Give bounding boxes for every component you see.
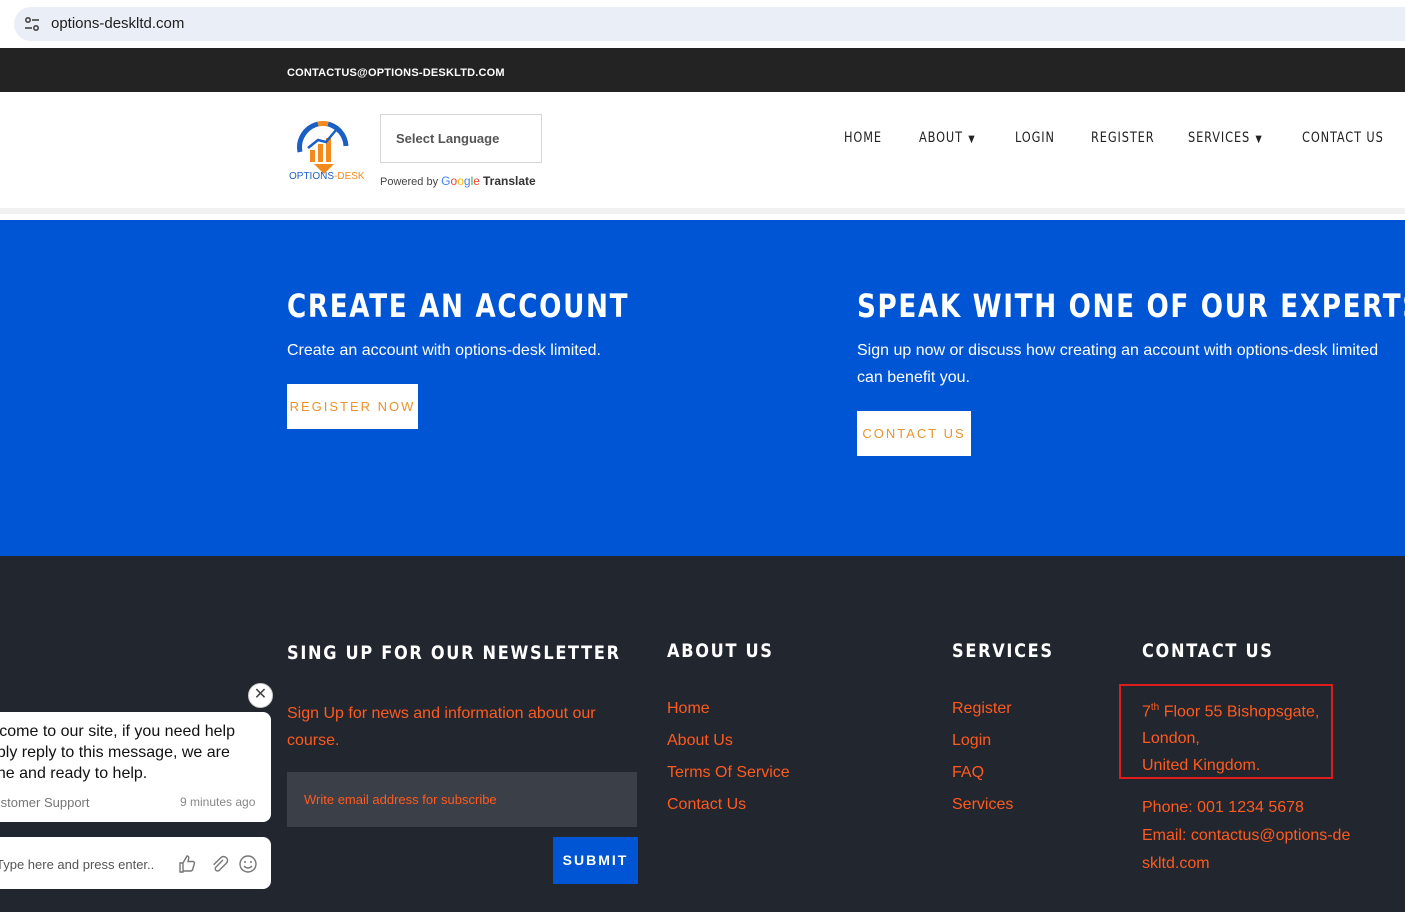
thumbs-up-icon[interactable] xyxy=(177,854,197,874)
logo-text-desk: -DESK xyxy=(334,171,365,182)
contact-email[interactable]: Email: contactus@options-deskltd.com xyxy=(1142,822,1352,878)
footer-link-contact-us[interactable]: Contact Us xyxy=(667,796,746,814)
newsletter-submit-button[interactable]: SUBMIT xyxy=(553,837,638,884)
register-now-button[interactable]: REGISTER NOW xyxy=(287,384,418,429)
address-floor-suffix: th xyxy=(1150,702,1160,713)
nav-contact-us[interactable]: CONTACT US xyxy=(1302,130,1384,146)
translate-label: Translate xyxy=(482,174,536,188)
logo-text-options: OPTIONS xyxy=(289,171,335,182)
contact-address: 7th Floor 55 Bishopsgate, London, United… xyxy=(1142,694,1319,779)
address-line1: Floor 55 Bishopsgate, xyxy=(1159,703,1320,721)
speak-experts-text-line1: Sign up now or discuss how creating an a… xyxy=(857,342,1379,359)
address-floor: 7 xyxy=(1142,703,1151,721)
emoji-icon[interactable] xyxy=(238,854,258,874)
footer-link-terms[interactable]: Terms Of Service xyxy=(667,764,790,782)
chat-input-bar[interactable]: Type here and press enter.. xyxy=(0,837,271,889)
top-contact-bar: CONTACTUS@OPTIONS-DESKLTD.COM xyxy=(0,48,1405,92)
footer-link-login[interactable]: Login xyxy=(952,732,991,750)
chat-agent-name: Customer Support xyxy=(0,795,90,810)
footer-link-register[interactable]: Register xyxy=(952,700,1012,718)
chevron-down-icon: ▼ xyxy=(968,134,976,145)
footer-link-home[interactable]: Home xyxy=(667,700,710,718)
nav-about-label: ABOUT xyxy=(919,130,963,146)
address-bar[interactable] xyxy=(14,7,1405,41)
newsletter-text: Sign Up for news and information about o… xyxy=(287,705,596,749)
powered-by-label: Powered by xyxy=(380,176,439,188)
footer-link-about-us[interactable]: About Us xyxy=(667,732,733,750)
nav-about[interactable]: ABOUT ▼ xyxy=(919,130,975,146)
logo-wordmark: OPTIONS-DESK xyxy=(289,171,365,182)
chat-input-placeholder[interactable]: Type here and press enter.. xyxy=(0,857,154,872)
about-us-title: ABOUT US xyxy=(667,640,774,662)
contact-phone: Phone: 001 1234 5678 xyxy=(1142,799,1304,816)
speak-experts-text-line2: can benefit you. xyxy=(857,369,970,386)
footer-link-services[interactable]: Services xyxy=(952,796,1013,814)
chat-message-text: Welcome to our site, if you need help si… xyxy=(0,723,235,782)
url-text[interactable]: options-deskltd.com xyxy=(51,15,184,32)
language-select[interactable]: Select Language xyxy=(380,114,542,163)
paperclip-icon[interactable] xyxy=(209,854,229,874)
chevron-down-icon: ▼ xyxy=(1255,134,1263,145)
speak-experts-text: Sign up now or discuss how creating an a… xyxy=(857,337,1378,391)
chat-close-icon[interactable]: ✕ xyxy=(248,683,273,708)
create-account-title: CREATE AN ACCOUNT xyxy=(287,287,630,325)
site-info-icon[interactable] xyxy=(23,16,41,32)
create-account-text: Create an account with options-desk limi… xyxy=(287,342,601,359)
nav-services[interactable]: SERVICES ▼ xyxy=(1188,130,1263,146)
topbar-email-link[interactable]: CONTACTUS@OPTIONS-DESKLTD.COM xyxy=(287,67,505,79)
contact-us-title: CONTACT US xyxy=(1142,640,1274,662)
footer-link-faq[interactable]: FAQ xyxy=(952,764,984,782)
cta-section: CREATE AN ACCOUNT Create an account with… xyxy=(0,220,1405,556)
nav-register[interactable]: REGISTER xyxy=(1091,130,1155,146)
nav-services-label: SERVICES xyxy=(1188,130,1251,146)
chat-timestamp: 9 minutes ago xyxy=(180,795,256,809)
nav-login[interactable]: LOGIN xyxy=(1015,130,1055,146)
site-header: OPTIONS-DESK Select Language Powered by … xyxy=(0,92,1405,214)
services-title: SERVICES xyxy=(952,640,1054,662)
newsletter-email-input[interactable]: Write email address for subscribe xyxy=(287,772,637,827)
chat-message-bubble[interactable]: Welcome to our site, if you need help si… xyxy=(0,712,271,822)
nav-home[interactable]: HOME xyxy=(844,130,882,146)
browser-toolbar: options-deskltd.com xyxy=(0,0,1405,48)
speak-experts-title: SPEAK WITH ONE OF OUR EXPERTS xyxy=(857,287,1405,325)
newsletter-title: SING UP FOR OUR NEWSLETTER xyxy=(287,642,621,664)
powered-by-google-translate[interactable]: Powered by Google Translate xyxy=(380,174,536,188)
google-wordmark: Google xyxy=(441,174,480,188)
contact-us-button[interactable]: CONTACT US xyxy=(857,411,971,456)
contact-details: Phone: 001 1234 5678 Email: contactus@op… xyxy=(1142,794,1352,878)
address-line3: United Kingdom. xyxy=(1142,757,1261,775)
address-line2: London, xyxy=(1142,730,1200,748)
